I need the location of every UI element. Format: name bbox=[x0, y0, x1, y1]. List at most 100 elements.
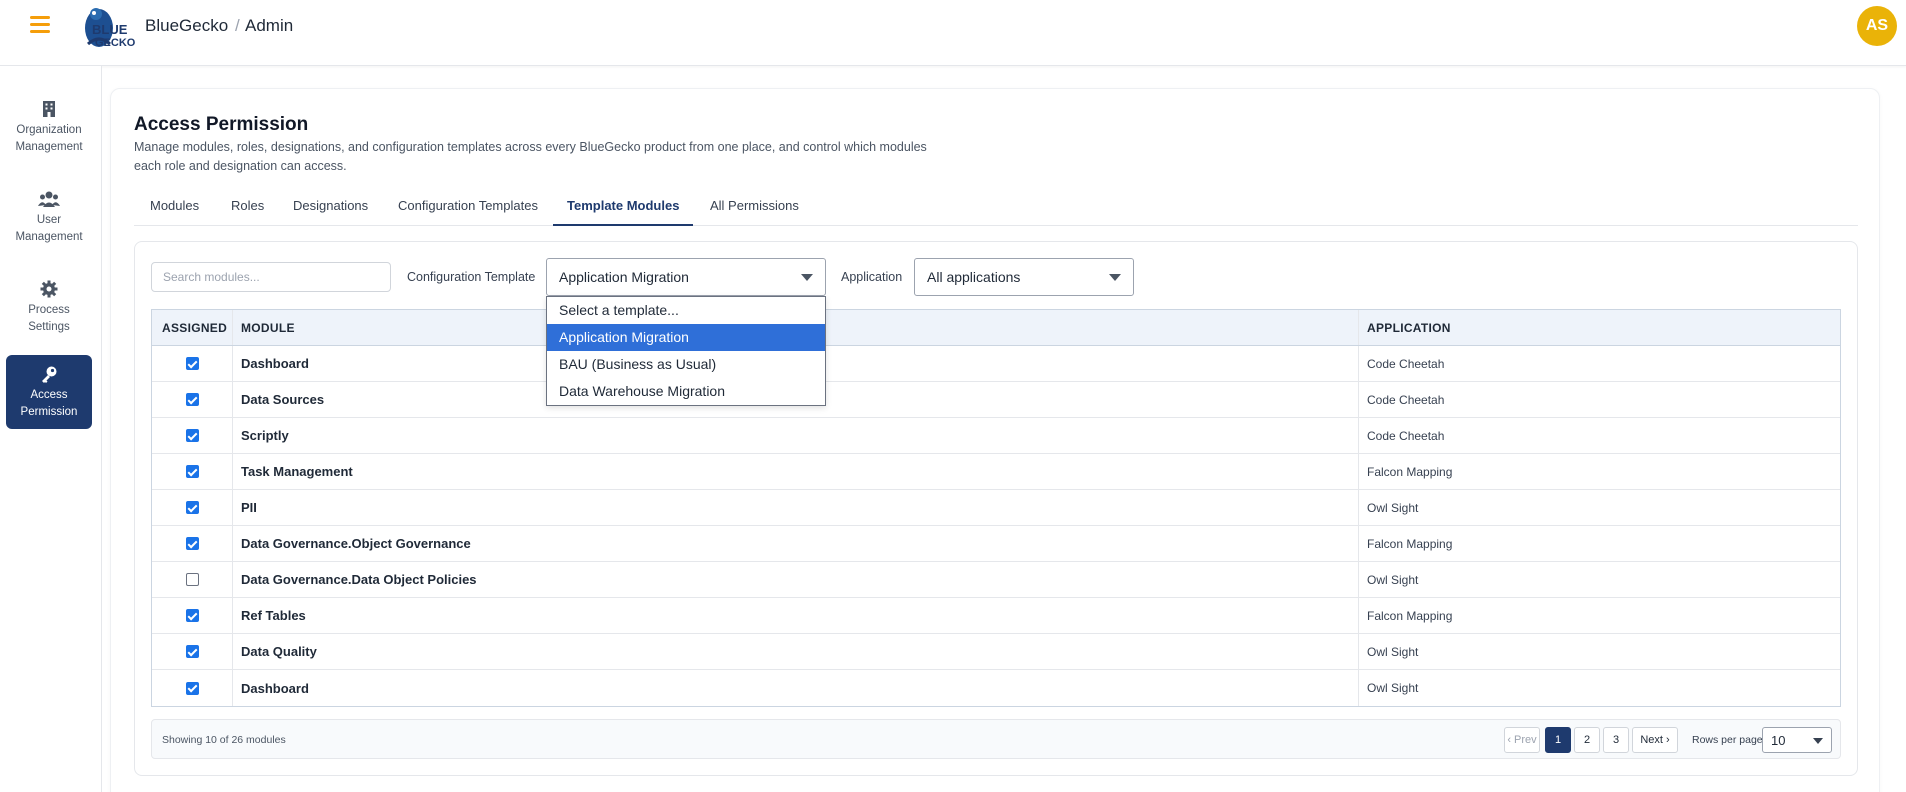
assigned-cell bbox=[152, 418, 233, 453]
table-row: Dashboard Owl Sight bbox=[152, 670, 1840, 706]
application-value: All applications bbox=[927, 269, 1021, 285]
assigned-checkbox[interactable] bbox=[185, 681, 199, 695]
rows-per-page-select[interactable]: 10 bbox=[1762, 727, 1832, 753]
table-header: ASSIGNED MODULE APPLICATION bbox=[152, 310, 1840, 346]
page-3-button[interactable]: 3 bbox=[1603, 727, 1629, 753]
breadcrumb-admin[interactable]: Admin bbox=[245, 16, 293, 36]
assigned-cell bbox=[152, 454, 233, 489]
table-row: Data Governance.Object Governance Falcon … bbox=[152, 526, 1840, 562]
application-select[interactable]: All applications bbox=[914, 258, 1134, 296]
rows-per-page-label: Rows per page bbox=[1692, 734, 1763, 746]
header-application[interactable]: APPLICATION bbox=[1359, 310, 1840, 345]
tab-template-modules[interactable]: Template Modules bbox=[553, 192, 694, 226]
sidebar-item-access-permission[interactable]: Access Permission bbox=[6, 355, 92, 429]
table-row: Data Governance.Data Object Policies Owl … bbox=[152, 562, 1840, 598]
sidebar-item-label: Organization Management bbox=[15, 124, 83, 153]
assigned-checkbox[interactable] bbox=[185, 357, 199, 370]
application-cell: Owl Sight bbox=[1367, 572, 1419, 587]
table-row: Task Management Falcon Mapping bbox=[152, 454, 1840, 490]
assigned-cell bbox=[152, 346, 233, 381]
svg-text:BLUE: BLUE bbox=[92, 22, 128, 37]
table-row: Scriptly Code Cheetah bbox=[152, 418, 1840, 454]
tab-designations[interactable]: Designations bbox=[293, 192, 368, 226]
configuration-template-value: Application Migration bbox=[559, 269, 689, 285]
svg-text:GECKO: GECKO bbox=[95, 37, 136, 49]
assigned-checkbox[interactable] bbox=[185, 465, 199, 478]
bluegecko-logo[interactable]: BLUE GECKO bbox=[82, 4, 142, 50]
sidebar-item-organization-management[interactable]: Organization Management bbox=[6, 90, 92, 156]
search-modules-input[interactable] bbox=[151, 262, 391, 292]
table-row: PII Owl Sight bbox=[152, 490, 1840, 526]
page-title: Access Permission bbox=[134, 114, 309, 135]
table-body: Dashboard Code Cheetah Data Sources Code Ch… bbox=[152, 346, 1840, 706]
menu-icon[interactable] bbox=[30, 16, 50, 34]
tab-all-permissions[interactable]: All Permissions bbox=[710, 192, 799, 226]
brand-name[interactable]: BlueGecko bbox=[145, 16, 228, 36]
tab-modules[interactable]: Modules bbox=[150, 192, 199, 226]
template-option-data-warehouse-migration[interactable]: Data Warehouse Migration bbox=[547, 378, 825, 405]
assigned-cell bbox=[152, 526, 233, 561]
gear-icon bbox=[40, 280, 58, 298]
application-cell: Falcon Mapping bbox=[1367, 464, 1453, 479]
application-cell: Code Cheetah bbox=[1367, 428, 1445, 443]
table-row: Data Sources Code Cheetah bbox=[152, 382, 1840, 418]
assigned-cell bbox=[152, 598, 233, 633]
chevron-down-icon bbox=[1109, 274, 1121, 281]
assigned-checkbox[interactable] bbox=[185, 429, 199, 442]
page-description: Manage modules, roles, designations, and… bbox=[134, 140, 927, 173]
user-avatar[interactable]: AS bbox=[1857, 6, 1897, 46]
module-cell: Data Quality bbox=[233, 634, 1359, 669]
template-option-bau[interactable]: BAU (Business as Usual) bbox=[547, 351, 825, 378]
prev-page-button[interactable]: ‹ Prev bbox=[1504, 727, 1540, 753]
module-cell: Dashboard bbox=[233, 670, 1359, 706]
breadcrumb-separator: / bbox=[235, 16, 240, 35]
building-icon bbox=[43, 101, 55, 117]
page-1-button[interactable]: 1 bbox=[1545, 727, 1571, 753]
application-cell: Owl Sight bbox=[1367, 644, 1419, 659]
assigned-cell bbox=[152, 634, 233, 669]
configuration-template-label: Configuration Template bbox=[407, 270, 536, 284]
key-icon bbox=[42, 366, 57, 383]
assigned-checkbox[interactable] bbox=[185, 645, 199, 658]
tab-configuration-templates[interactable]: Configuration Templates bbox=[398, 192, 538, 226]
sidebar-item-label: Access Permission bbox=[20, 389, 78, 418]
sidebar-item-process-settings[interactable]: Process Settings bbox=[6, 270, 92, 336]
application-label: Application bbox=[841, 270, 903, 284]
table-row: Data Quality Owl Sight bbox=[152, 634, 1840, 670]
table-row: Dashboard Code Cheetah bbox=[152, 346, 1840, 382]
application-cell: Owl Sight bbox=[1367, 500, 1419, 515]
sidebar: Organization Management User Management … bbox=[0, 66, 102, 792]
application-cell: Owl Sight bbox=[1367, 681, 1419, 695]
table-row: Ref Tables Falcon Mapping bbox=[152, 598, 1840, 634]
tab-bar: Modules Roles Designations Configuration… bbox=[134, 192, 1858, 226]
configuration-template-select[interactable]: Application Migration bbox=[546, 258, 826, 296]
template-option-application-migration[interactable]: Application Migration bbox=[547, 324, 825, 351]
chevron-down-icon bbox=[1813, 738, 1823, 744]
assigned-cell bbox=[152, 670, 233, 706]
template-option-placeholder[interactable]: Select a template... bbox=[547, 297, 825, 324]
sidebar-item-user-management[interactable]: User Management bbox=[6, 180, 92, 246]
next-page-button[interactable]: Next › bbox=[1632, 727, 1678, 753]
tab-roles[interactable]: Roles bbox=[231, 192, 264, 226]
assigned-checkbox[interactable] bbox=[185, 501, 199, 514]
assigned-checkbox[interactable] bbox=[185, 537, 199, 550]
module-cell: Data Governance.Data Object Policies bbox=[233, 562, 1359, 597]
assigned-checkbox[interactable] bbox=[185, 573, 199, 586]
application-cell: Code Cheetah bbox=[1367, 356, 1445, 371]
users-icon bbox=[38, 191, 60, 207]
assigned-cell bbox=[152, 562, 233, 597]
application-cell: Falcon Mapping bbox=[1367, 536, 1453, 551]
rows-per-page-value: 10 bbox=[1771, 733, 1786, 748]
application-cell: Code Cheetah bbox=[1367, 392, 1445, 407]
table-footer: Showing 10 of 26 modules ‹ Prev 1 2 3 Ne… bbox=[151, 719, 1841, 759]
page-2-button[interactable]: 2 bbox=[1574, 727, 1600, 753]
assigned-cell bbox=[152, 490, 233, 525]
top-header: BLUE GECKO BlueGecko / Admin AS bbox=[0, 0, 1906, 66]
template-modules-table: ASSIGNED MODULE APPLICATION Dashboard Cod… bbox=[151, 309, 1841, 707]
header-assigned[interactable]: ASSIGNED bbox=[152, 310, 233, 345]
module-cell: Task Management bbox=[233, 454, 1359, 489]
assigned-checkbox[interactable] bbox=[185, 393, 199, 406]
configuration-template-dropdown: Select a template... Application Migrati… bbox=[546, 296, 826, 406]
assigned-checkbox[interactable] bbox=[185, 609, 199, 622]
application-cell: Falcon Mapping bbox=[1367, 608, 1453, 623]
